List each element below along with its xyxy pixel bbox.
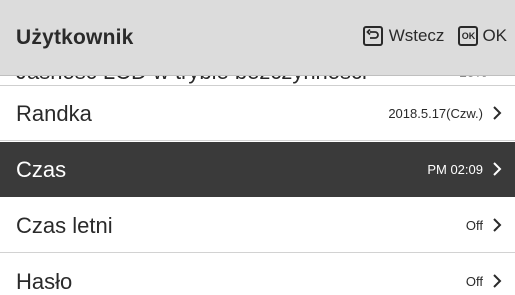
list-item-password[interactable]: Hasło Off	[0, 254, 515, 295]
list-item-value: PM 02:09	[427, 162, 483, 177]
ok-button[interactable]: OK OK	[444, 26, 507, 46]
page-title: Użytkownik	[16, 26, 134, 49]
back-label: Wstecz	[388, 26, 445, 45]
ok-icon: OK	[458, 26, 479, 46]
header-actions: Wstecz OK OK	[362, 26, 507, 46]
chevron-right-icon	[493, 274, 502, 288]
back-icon	[362, 26, 383, 46]
list-item-label: Randka	[16, 101, 92, 126]
list-item-value: Off	[465, 218, 483, 233]
list-item-date[interactable]: Randka 2018.5.17(Czw.)	[0, 86, 515, 141]
chevron-right-icon	[493, 162, 502, 176]
list-item-value: Off	[465, 274, 483, 289]
chevron-right-icon	[493, 106, 502, 120]
header-bar: Użytkownik Wstecz OK OK	[0, 0, 515, 76]
chevron-right-icon	[493, 218, 502, 232]
list-item-label: Hasło	[16, 269, 73, 294]
list-item-label: Czas letni	[16, 213, 113, 238]
list-item-value: 2018.5.17(Czw.)	[388, 106, 483, 121]
list-item-dst[interactable]: Czas letni Off	[0, 198, 515, 253]
back-button[interactable]: Wstecz	[362, 26, 445, 46]
list-item-label: Czas	[16, 157, 67, 182]
settings-screen: Użytkownik Wstecz OK OK Jasność LCD w tr…	[0, 0, 515, 295]
list-item-time[interactable]: Czas PM 02:09	[0, 142, 515, 197]
ok-label: OK	[482, 26, 507, 45]
